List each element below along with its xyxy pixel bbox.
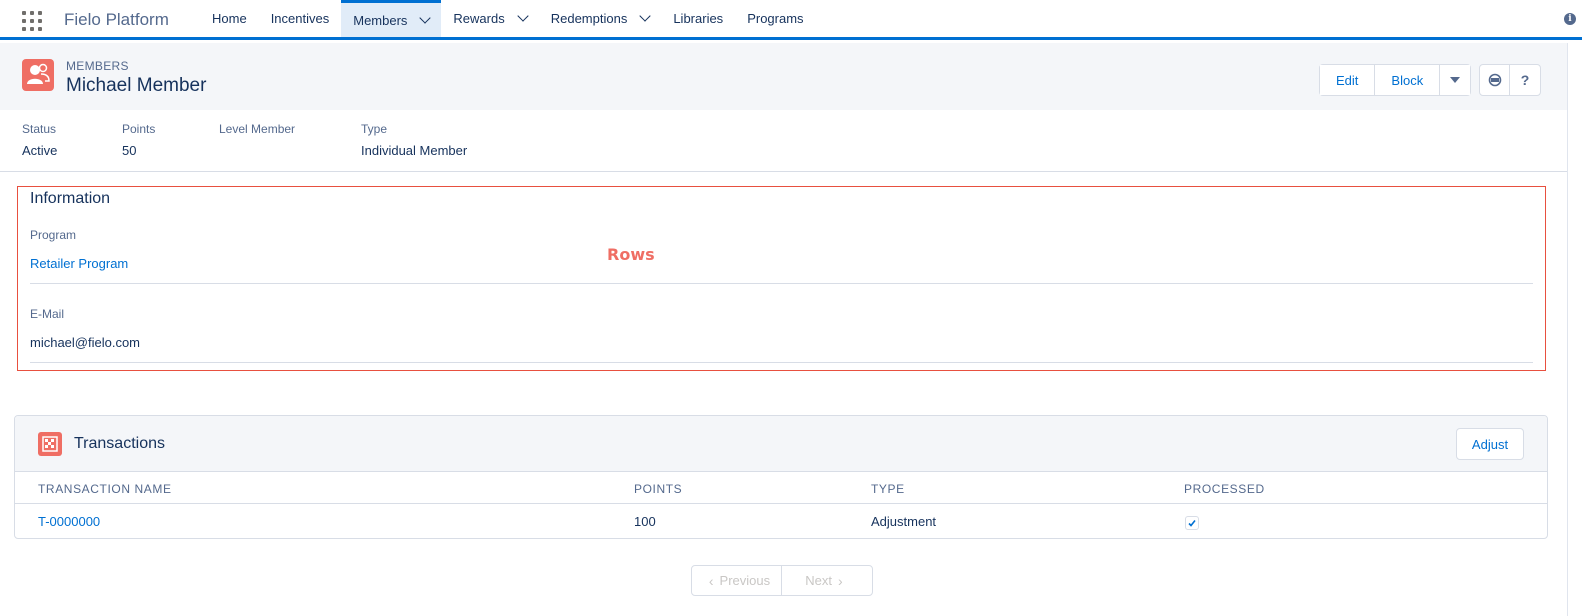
highlight-label: Type <box>361 122 388 136</box>
highlight-type: Type Individual Member <box>361 122 467 158</box>
type-cell: Adjustment <box>871 514 937 529</box>
chevron-right-icon: › <box>838 572 843 589</box>
edit-button[interactable]: Edit <box>1320 65 1376 95</box>
app-launcher-icon[interactable] <box>22 11 42 31</box>
nav-tab-libraries[interactable]: Libraries <box>661 0 735 37</box>
global-nav: Fielo Platform Home Incentives Members R… <box>0 0 1582 40</box>
nav-tab-label: Programs <box>747 11 804 26</box>
transactions-card: Transactions Adjust TRANSACTION NAME POI… <box>14 415 1548 539</box>
highlight-label: Points <box>122 122 156 136</box>
highlight-label: Status <box>22 122 57 136</box>
information-section: Information Rows Program Retailer Progra… <box>17 186 1546 371</box>
nav-tab-label: Incentives <box>270 11 330 26</box>
checkmark-icon <box>1188 520 1196 527</box>
transaction-name-link[interactable]: T-0000000 <box>38 514 100 529</box>
highlight-status: Status Active <box>22 122 57 158</box>
highlight-label: Level Member <box>219 122 296 136</box>
nav-tab-label: Rewards <box>453 11 505 26</box>
page-scrollbar[interactable] <box>1567 43 1582 616</box>
nav-tab-programs[interactable]: Programs <box>735 0 815 37</box>
nav-tab-label: Home <box>212 11 247 26</box>
nav-tab-home[interactable]: Home <box>200 0 259 37</box>
highlight-level-member: Level Member <box>219 122 295 143</box>
nav-tab-incentives[interactable]: Incentives <box>259 0 342 37</box>
section-title: Information <box>30 190 111 207</box>
column-header[interactable]: TRANSACTION NAME <box>38 482 172 496</box>
field-label: E-Mail <box>30 307 65 321</box>
record-title: Michael Member <box>66 75 207 96</box>
column-header[interactable]: TYPE <box>871 482 905 496</box>
chevron-down-icon[interactable] <box>517 10 529 22</box>
field-program: Program Retailer Program <box>30 228 1533 284</box>
utility-actions: ? <box>1479 64 1541 96</box>
caret-down-icon <box>1450 77 1461 83</box>
chevron-down-icon[interactable] <box>639 10 651 22</box>
help-icon[interactable]: ? <box>1510 65 1540 95</box>
previous-label: Previous <box>719 573 771 588</box>
nav-tab-members[interactable]: Members <box>341 0 442 37</box>
chevron-left-icon: ‹ <box>708 572 714 589</box>
highlight-value: Active <box>22 143 58 158</box>
chevron-down-icon[interactable] <box>419 11 432 24</box>
previous-button[interactable]: ‹ Previous <box>692 566 782 595</box>
highlight-value: 50 <box>122 143 137 158</box>
field-label: Program <box>30 228 77 242</box>
highlight-value: Individual Member <box>361 143 468 158</box>
processed-checkbox <box>1185 516 1199 530</box>
app-name: Fielo Platform <box>64 10 169 29</box>
column-header[interactable]: PROCESSED <box>1184 482 1265 496</box>
nav-tab-rewards[interactable]: Rewards <box>441 0 538 37</box>
nav-tabs: Home Incentives Members Rewards Redempti… <box>200 0 816 37</box>
next-button[interactable]: Next › <box>782 566 872 595</box>
block-button[interactable]: Block <box>1375 65 1441 95</box>
card-title[interactable]: Transactions <box>74 435 165 453</box>
next-label: Next <box>805 573 833 588</box>
highlights-panel: Status Active Points 50 Level Member Typ… <box>0 110 1567 172</box>
pagination: ‹ Previous Next › <box>691 565 873 596</box>
record-actions: Edit Block <box>1319 64 1472 96</box>
email-value: michael@fielo.com <box>30 335 141 350</box>
info-icon[interactable]: i <box>1564 13 1576 25</box>
nav-tab-label: Members <box>353 12 408 28</box>
table-header: TRANSACTION NAME POINTS TYPE PROCESSED <box>15 472 1547 504</box>
follow-icon[interactable] <box>1480 65 1510 95</box>
card-header: Transactions Adjust <box>15 416 1547 472</box>
transactions-icon <box>38 432 62 456</box>
points-cell: 100 <box>634 514 656 529</box>
table-row: T-0000000 100 Adjustment <box>15 504 1547 539</box>
record-object-label: MEMBERS <box>66 59 129 73</box>
record-header: MEMBERS Michael Member Edit Block ? <box>0 43 1567 110</box>
column-header[interactable]: POINTS <box>634 482 682 496</box>
adjust-button[interactable]: Adjust <box>1456 428 1524 460</box>
more-actions-button[interactable] <box>1440 65 1471 95</box>
nav-tab-label: Libraries <box>673 11 724 26</box>
member-icon <box>22 59 54 91</box>
field-email: E-Mail michael@fielo.com <box>30 307 1533 363</box>
program-link[interactable]: Retailer Program <box>30 256 1533 271</box>
highlight-points: Points 50 <box>122 122 155 158</box>
nav-tab-redemptions[interactable]: Redemptions <box>539 0 662 37</box>
nav-tab-label: Redemptions <box>550 11 628 26</box>
